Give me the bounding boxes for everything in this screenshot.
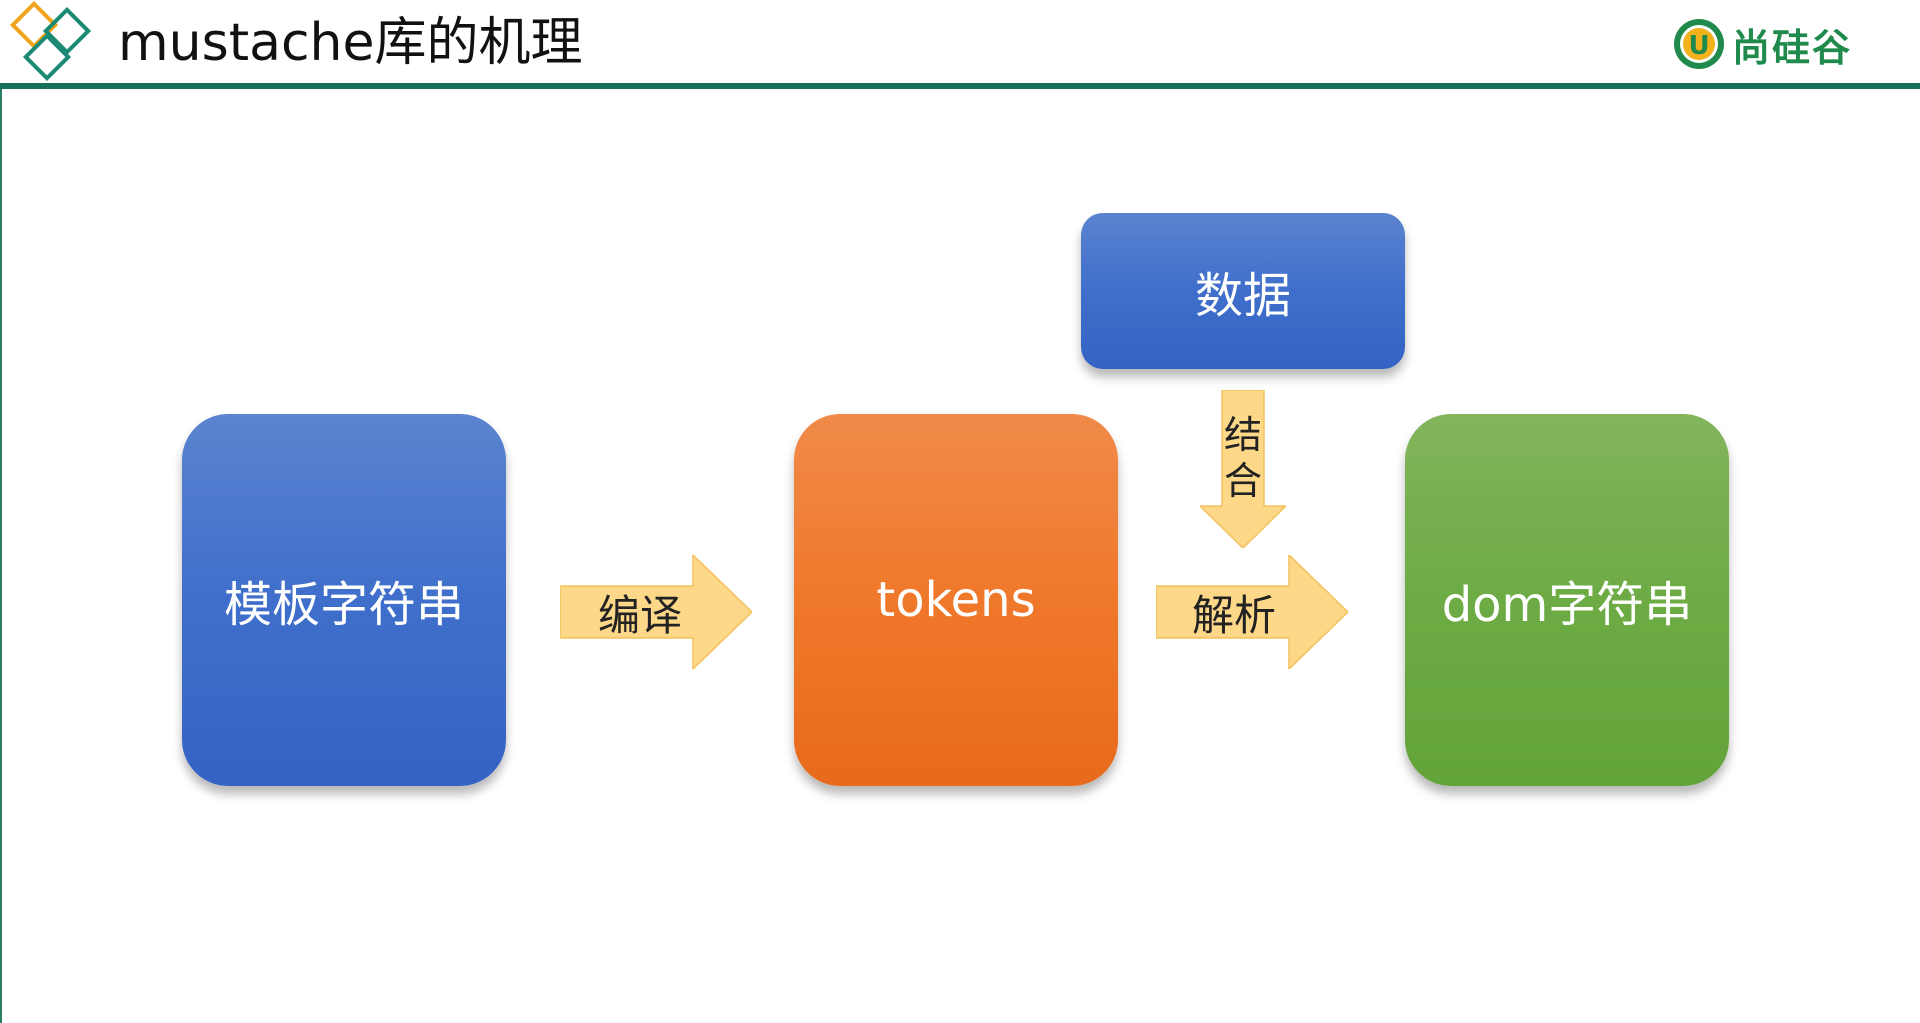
slide: mustache库的机理 U 尚硅谷 模板字符串 tokens dom字符串 数… <box>0 0 1920 1023</box>
brand-logo: U 尚硅谷 <box>1672 14 1852 74</box>
combine-arrow-label: 结合 <box>1223 413 1262 503</box>
node-template-string: 模板字符串 <box>182 414 506 786</box>
node-data: 数据 <box>1081 213 1405 369</box>
parse-arrow-label: 解析 <box>1192 591 1277 640</box>
brand-mark-letter: U <box>1688 31 1709 61</box>
node-dom-string: dom字符串 <box>1405 414 1729 786</box>
brand-text: 尚硅谷 <box>1732 25 1853 70</box>
header-divider <box>0 83 1920 89</box>
node-template-label: 模板字符串 <box>223 577 464 633</box>
slide-header: mustache库的机理 U 尚硅谷 <box>0 0 1920 88</box>
node-dom-label: dom字符串 <box>1441 577 1693 633</box>
node-data-label: 数据 <box>1194 268 1291 324</box>
compile-arrow-label: 编译 <box>598 591 683 640</box>
node-tokens: tokens <box>794 414 1118 786</box>
diamond-logo-icon <box>9 0 92 82</box>
node-tokens-label: tokens <box>876 572 1036 628</box>
page-title: mustache库的机理 <box>118 13 583 73</box>
left-accent-line <box>0 89 2 1023</box>
brand-u-icon: U <box>1674 19 1724 69</box>
